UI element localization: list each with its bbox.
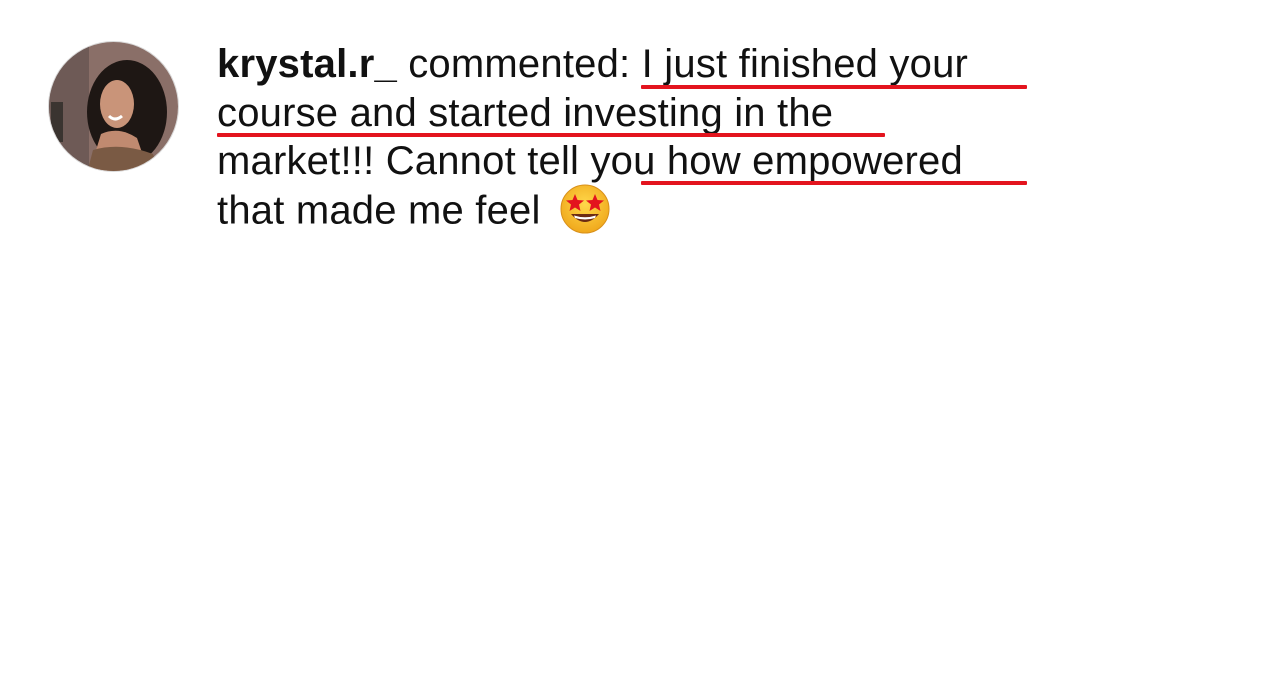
username[interactable]: krystal.r_ [217,42,397,86]
comment-body: krystal.r_ commented: I just finished yo… [217,40,1077,234]
comment-text-2: course and started investing in the [217,90,834,135]
red-underline [217,132,885,137]
comment-line-1: krystal.r_ commented: I just finished yo… [217,40,1077,89]
comment-line-3: market!!! Cannot tell you how empowered [217,137,1077,186]
comment-text-4: that made me feel [217,188,541,233]
comment-text-1: : I just finished your [619,42,969,86]
avatar[interactable] [48,41,179,172]
comment-text-3: market!!! Cannot tell you how empowered [217,139,963,183]
comment-notification: krystal.r_ commented: I just finished yo… [0,0,1284,679]
comment-line-4: that made me feel [217,184,1077,235]
red-underline [641,181,1027,185]
comment-action: commented [396,42,620,86]
comment-line-2: course and started investing in the [217,89,1077,138]
star-struck-emoji-icon [558,182,612,236]
